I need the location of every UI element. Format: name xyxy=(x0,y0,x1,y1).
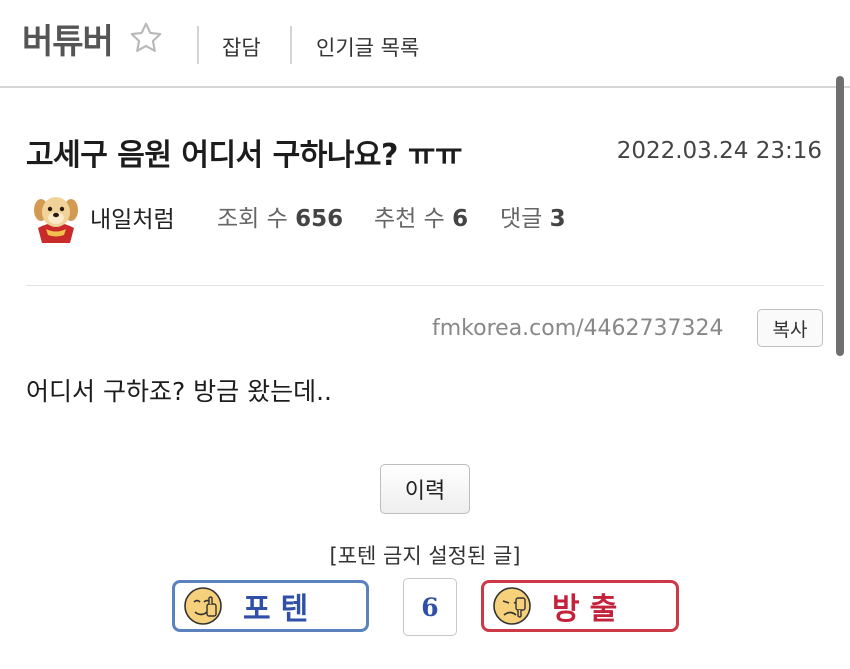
downvote-button[interactable]: 방출 xyxy=(481,580,679,632)
vote-count: 6 xyxy=(403,578,457,636)
copy-url-button[interactable]: 복사 xyxy=(757,309,823,347)
scrollbar[interactable] xyxy=(836,76,844,356)
star-icon[interactable] xyxy=(128,20,164,56)
downvote-label: 방출 xyxy=(552,592,628,627)
history-button[interactable]: 이력 xyxy=(380,464,470,514)
notice-text: [포텐 금지 설정된 글] xyxy=(329,544,521,568)
post-title: 고세구 음원 어디서 구하나요? ㅠㅠ xyxy=(26,138,463,173)
nav-link-popular[interactable]: 인기글 목록 xyxy=(316,32,419,62)
post-date: 2022.03.24 23:16 xyxy=(616,138,822,164)
nav-separator xyxy=(197,26,199,64)
view-count: 조회 수 656 xyxy=(217,199,343,233)
post-url[interactable]: fmkorea.com/4462737324 xyxy=(432,316,724,341)
upvote-button[interactable]: 포텐 xyxy=(172,580,369,632)
comment-count: 댓글 3 xyxy=(500,199,566,233)
view-count-value: 656 xyxy=(295,206,344,232)
puppy-avatar-icon[interactable] xyxy=(28,188,84,244)
board-header: 버튜버 잡담 인기글 목록 xyxy=(0,0,850,88)
comment-count-label: 댓글 xyxy=(500,206,543,232)
recommend-count: 추천 수 6 xyxy=(374,199,468,233)
post-content: 어디서 구하죠? 방금 왔는데.. xyxy=(26,377,333,406)
upvote-label: 포텐 xyxy=(243,592,319,627)
thumbs-down-face-icon xyxy=(493,587,531,625)
recommend-count-value: 6 xyxy=(452,206,469,232)
comment-count-value: 3 xyxy=(549,206,566,232)
nav-link-chat[interactable]: 잡담 xyxy=(222,32,261,62)
thumbs-up-face-icon xyxy=(184,587,222,625)
author-name[interactable]: 내일처럼 xyxy=(90,200,175,234)
board-title[interactable]: 버튜버 xyxy=(22,14,114,63)
view-count-label: 조회 수 xyxy=(217,206,288,232)
nav-separator xyxy=(290,26,292,64)
divider xyxy=(26,285,824,286)
recommend-count-label: 추천 수 xyxy=(374,206,445,232)
